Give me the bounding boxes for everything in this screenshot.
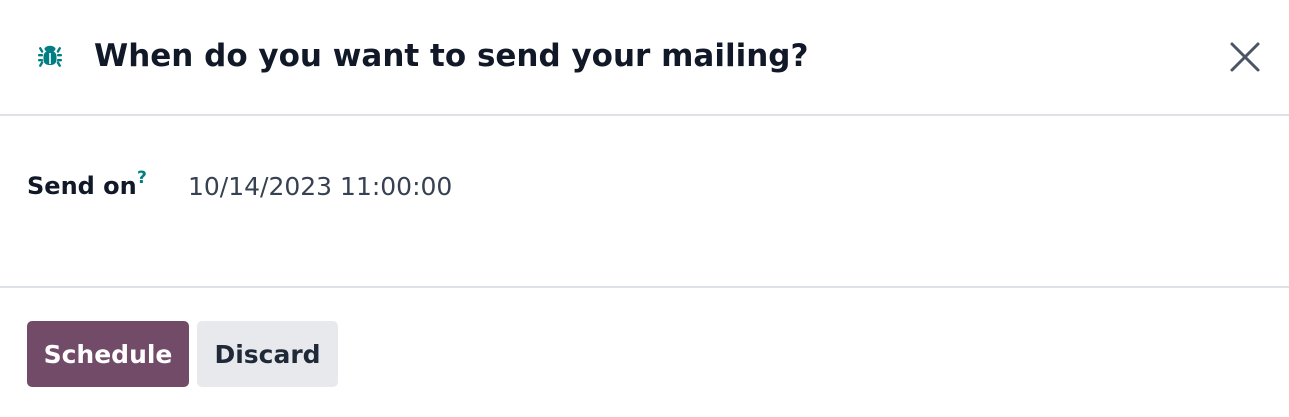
schedule-button[interactable]: Schedule <box>27 321 189 387</box>
close-icon <box>1226 42 1264 80</box>
discard-button[interactable]: Discard <box>197 321 338 387</box>
dialog-footer: Schedule Discard <box>0 290 1289 417</box>
dialog-header: When do you want to send your mailing? <box>0 0 1289 116</box>
dialog-title: When do you want to send your mailing? <box>94 38 809 74</box>
send-on-help-tooltip[interactable]: ? <box>137 166 147 190</box>
schedule-mailing-dialog: When do you want to send your mailing? S… <box>0 0 1289 417</box>
close-button[interactable] <box>1226 38 1264 76</box>
send-on-datetime-field[interactable]: 10/14/2023 11:00:00 <box>188 169 452 205</box>
dialog-body: Send on ? 10/14/2023 11:00:00 <box>0 116 1289 288</box>
send-on-label: Send on <box>27 172 137 200</box>
bug-icon[interactable] <box>36 42 64 70</box>
